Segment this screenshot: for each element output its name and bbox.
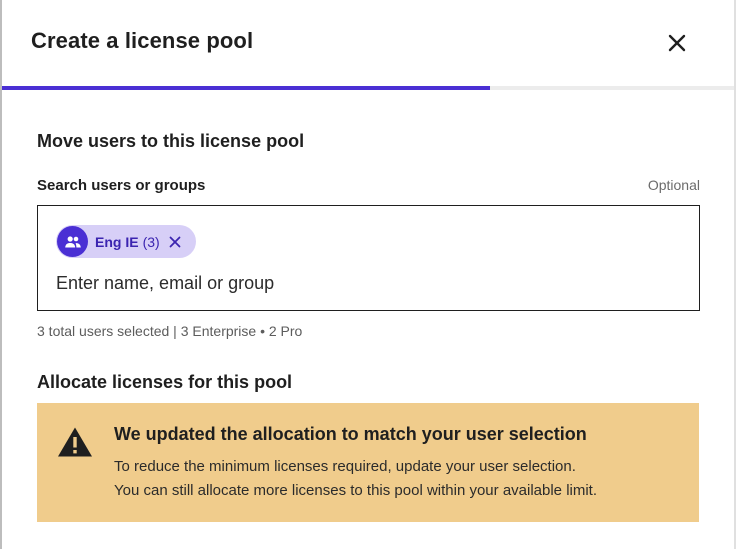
warning-body-line-2: You can still allocate more licenses to … <box>114 482 598 499</box>
search-field-label: Search users or groups <box>37 177 206 194</box>
allocation-warning-banner: We updated the allocation to match your … <box>37 403 699 522</box>
chip-remove-button[interactable] <box>168 235 182 249</box>
move-users-heading: Move users to this license pool <box>37 131 305 151</box>
selected-group-chip[interactable]: Eng IE (3) <box>56 225 196 258</box>
optional-label: Optional <box>647 177 700 193</box>
license-pool-modal: Create a license pool Move users to this… <box>2 0 734 549</box>
warning-title: We updated the allocation to match your … <box>114 424 587 444</box>
user-search-box[interactable]: Eng IE (3) <box>37 205 700 311</box>
modal-title: Create a license pool <box>31 28 254 53</box>
warning-icon <box>57 426 93 463</box>
search-input[interactable] <box>56 273 676 294</box>
close-button[interactable] <box>664 30 690 56</box>
selection-summary: 3 total users selected | 3 Enterprise • … <box>37 323 303 339</box>
step-progress-bar <box>2 86 734 90</box>
close-icon <box>169 236 181 247</box>
warning-body-line-1: To reduce the minimum licenses required,… <box>114 458 576 475</box>
close-icon <box>668 34 686 52</box>
allocate-heading: Allocate licenses for this pool <box>37 372 293 392</box>
group-icon <box>57 226 88 257</box>
chip-group-name: Eng IE <box>95 233 139 250</box>
step-progress-fill <box>2 86 491 90</box>
chip-member-count: (3) <box>142 233 160 250</box>
modal-header: Create a license pool <box>2 0 734 86</box>
